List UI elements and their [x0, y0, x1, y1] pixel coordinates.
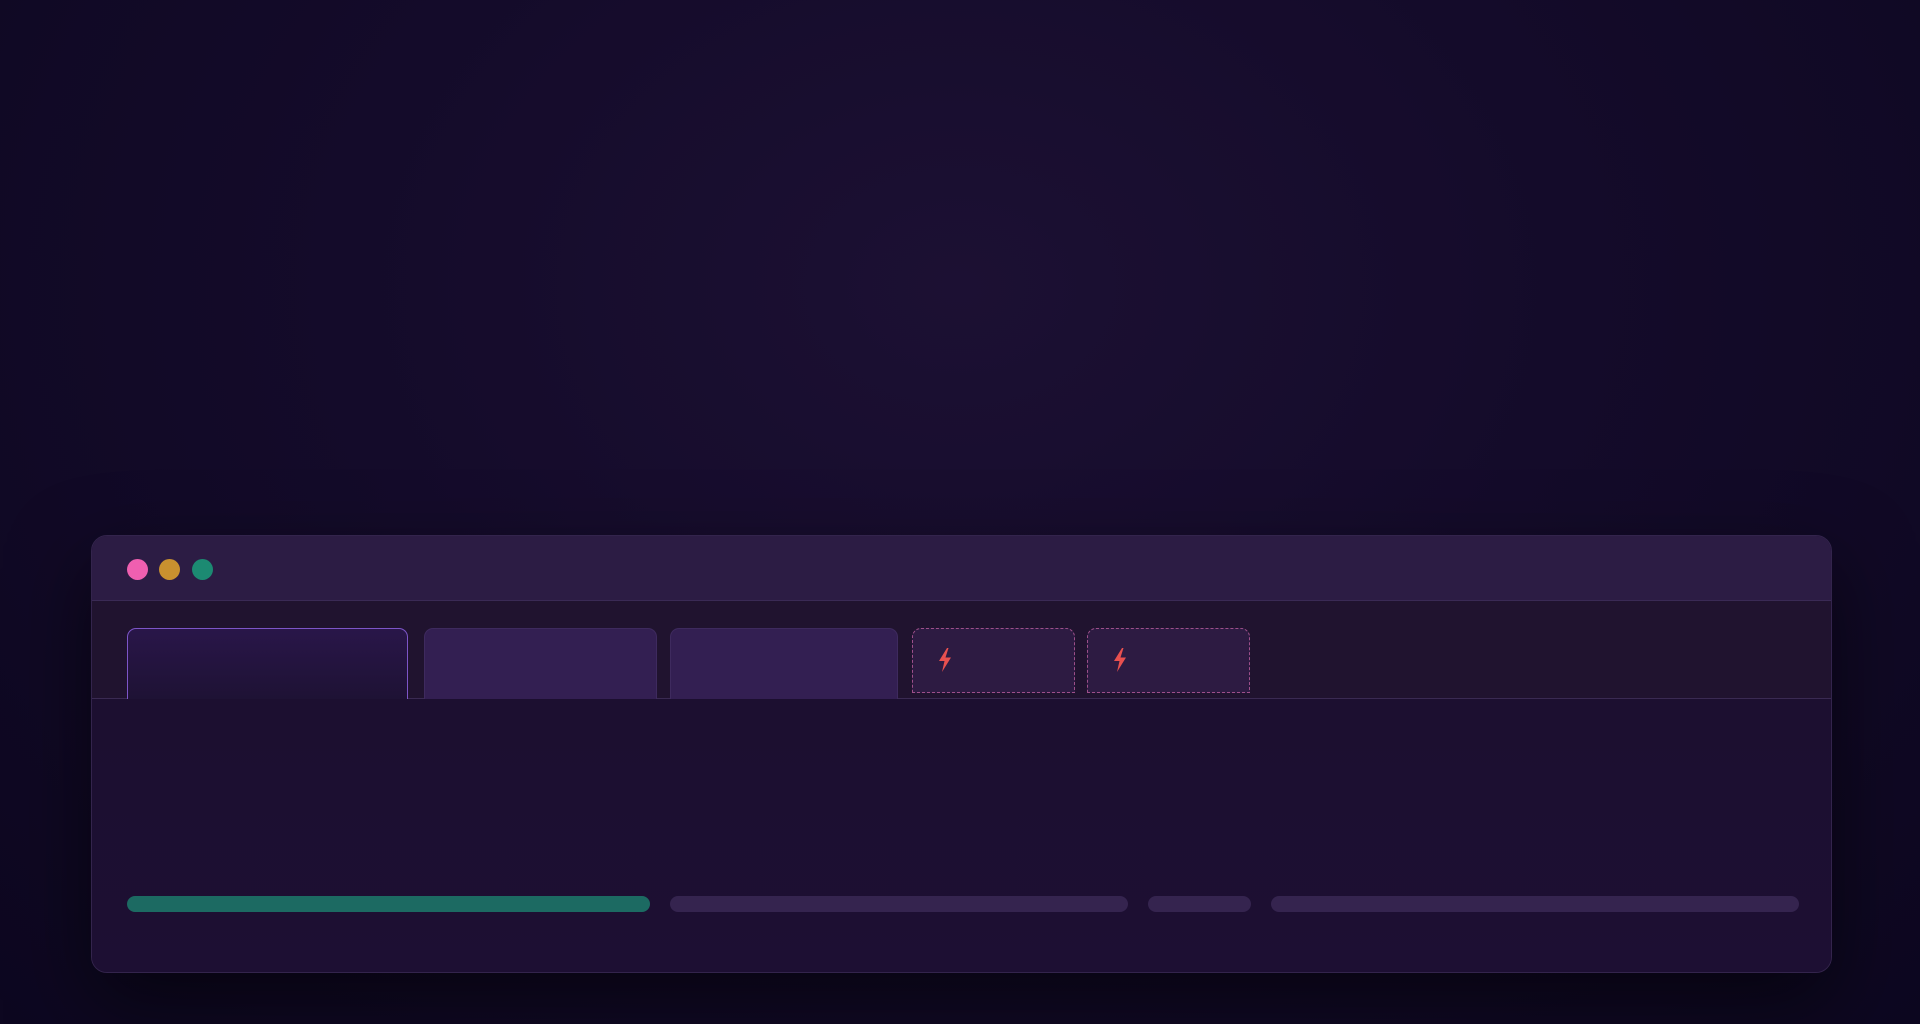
loading-placeholder-bar [1271, 896, 1799, 912]
title-bar[interactable] [92, 536, 1831, 601]
loading-placeholder-bar [1148, 896, 1251, 912]
lightning-bolt-icon [939, 648, 951, 672]
content-panel [92, 699, 1831, 972]
tab-active[interactable] [127, 628, 408, 700]
close-window-button[interactable] [127, 559, 148, 580]
tab-3[interactable] [670, 628, 898, 700]
lightning-bolt-icon [1114, 648, 1126, 672]
tab-strip [92, 601, 1831, 700]
loading-placeholder-bar [127, 896, 650, 912]
app-window [91, 535, 1832, 973]
loading-placeholder-bar [670, 896, 1128, 912]
maximize-window-button[interactable] [192, 559, 213, 580]
minimize-window-button[interactable] [159, 559, 180, 580]
tab-2[interactable] [424, 628, 657, 700]
tab-pending-1[interactable] [912, 628, 1075, 693]
tab-pending-2[interactable] [1087, 628, 1250, 693]
